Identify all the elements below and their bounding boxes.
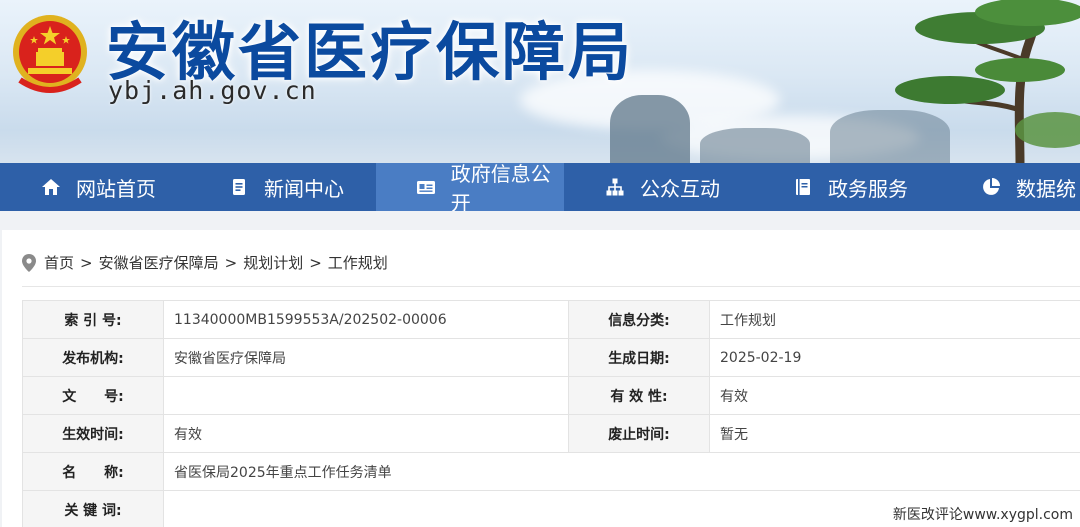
nav-item-label: 网站首页 bbox=[76, 176, 156, 201]
id-card-icon bbox=[416, 176, 437, 198]
table-row: 索 引 号: 11340000MB1599553A/202502-00006 信… bbox=[22, 300, 1080, 339]
breadcrumb: 首页 > 安徽省医疗保障局 > 规划计划 > 工作规划 bbox=[22, 252, 388, 273]
breadcrumb-separator: > bbox=[224, 253, 238, 272]
book-icon bbox=[792, 176, 814, 198]
category-label: 信息分类: bbox=[568, 300, 710, 339]
site-domain: ybj.ah.gov.cn bbox=[108, 76, 317, 105]
divider bbox=[22, 286, 1080, 287]
table-row: 发布机构: 安徽省医疗保障局 生成日期: 2025-02-19 bbox=[22, 338, 1080, 377]
validity-label: 有 效 性: bbox=[568, 376, 710, 415]
doc-name-value: 省医保局2025年重点工作任务清单 bbox=[163, 452, 1080, 491]
nav-item-label: 政务服务 bbox=[828, 176, 908, 201]
keywords-label: 关 键 词: bbox=[22, 490, 164, 527]
nav-item-statistics[interactable]: 数据统 bbox=[940, 163, 1080, 211]
table-row: 文 号: 有 效 性: 有效 bbox=[22, 376, 1080, 415]
sitemap-icon bbox=[604, 176, 626, 198]
table-row: 生效时间: 有效 废止时间: 暂无 bbox=[22, 414, 1080, 453]
nav-item-gov-info[interactable]: 政府信息公开 bbox=[376, 163, 564, 211]
nav-item-label: 政府信息公开 bbox=[450, 163, 551, 211]
breadcrumb-plans[interactable]: 规划计划 bbox=[243, 252, 303, 273]
mountain-decoration bbox=[700, 128, 810, 163]
doc-number-label: 文 号: bbox=[22, 376, 164, 415]
pine-tree-decoration bbox=[870, 0, 1080, 163]
nav-item-home[interactable]: 网站首页 bbox=[0, 163, 188, 211]
home-icon bbox=[40, 176, 62, 198]
breadcrumb-home[interactable]: 首页 bbox=[44, 252, 74, 273]
breadcrumb-bureau[interactable]: 安徽省医疗保障局 bbox=[99, 252, 219, 273]
document-icon bbox=[228, 176, 250, 198]
index-number-label: 索 引 号: bbox=[22, 300, 164, 339]
nav-item-news[interactable]: 新闻中心 bbox=[188, 163, 376, 211]
date-label: 生成日期: bbox=[568, 338, 710, 377]
breadcrumb-separator: > bbox=[80, 253, 93, 272]
location-pin-icon bbox=[22, 253, 36, 272]
nav-item-services[interactable]: 政务服务 bbox=[752, 163, 940, 211]
category-value: 工作规划 bbox=[709, 300, 1080, 339]
watermark: 新医改评论www.xygpl.com bbox=[889, 503, 1076, 525]
expiry-time-value: 暂无 bbox=[709, 414, 1080, 453]
date-value: 2025-02-19 bbox=[709, 338, 1080, 377]
main-content: 首页 > 安徽省医疗保障局 > 规划计划 > 工作规划 索 引 号: 11340… bbox=[2, 230, 1080, 527]
nav-item-label: 公众互动 bbox=[640, 176, 720, 201]
main-nav: 网站首页 新闻中心 政府信息公开 公众互动 政务服务 数据统 bbox=[0, 163, 1080, 211]
national-emblem-logo bbox=[10, 10, 90, 96]
expiry-time-label: 废止时间: bbox=[568, 414, 710, 453]
effective-time-label: 生效时间: bbox=[22, 414, 164, 453]
table-row: 名 称: 省医保局2025年重点工作任务清单 bbox=[22, 452, 1080, 491]
document-info-table: 索 引 号: 11340000MB1599553A/202502-00006 信… bbox=[22, 300, 1080, 527]
index-number-value: 11340000MB1599553A/202502-00006 bbox=[163, 300, 569, 339]
publisher-label: 发布机构: bbox=[22, 338, 164, 377]
mountain-decoration bbox=[610, 95, 690, 163]
publisher-value: 安徽省医疗保障局 bbox=[163, 338, 569, 377]
effective-time-value: 有效 bbox=[163, 414, 569, 453]
nav-item-label: 数据统 bbox=[1016, 176, 1076, 201]
doc-number-value bbox=[163, 376, 569, 415]
doc-name-label: 名 称: bbox=[22, 452, 164, 491]
pie-chart-icon bbox=[980, 176, 1002, 198]
nav-item-label: 新闻中心 bbox=[264, 176, 344, 201]
breadcrumb-separator: > bbox=[309, 253, 322, 272]
nav-item-interaction[interactable]: 公众互动 bbox=[564, 163, 752, 211]
breadcrumb-work-plans[interactable]: 工作规划 bbox=[328, 252, 388, 273]
site-banner: 安徽省医疗保障局 ybj.ah.gov.cn bbox=[0, 0, 1080, 163]
validity-value: 有效 bbox=[709, 376, 1080, 415]
